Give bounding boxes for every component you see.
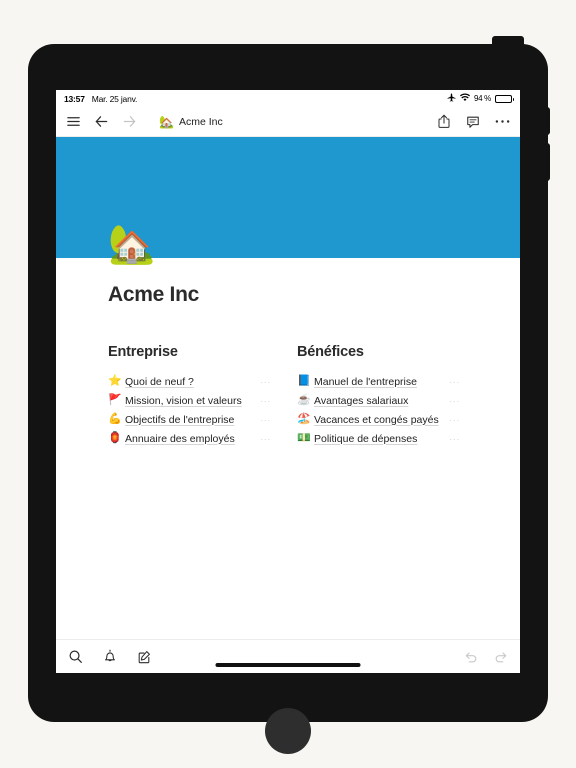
hot-beverage-icon: ☕ [297, 394, 311, 406]
row-more-options-icon[interactable]: ··· [260, 415, 271, 425]
status-bar-date: Mar. 25 janv. [91, 93, 138, 104]
list-item-label[interactable]: Politique de dépenses [314, 433, 417, 445]
status-bar: 13:57 Mar. 25 janv. 94 % [56, 90, 520, 107]
breadcrumb-page-label: Acme Inc [178, 115, 223, 128]
wifi-icon [459, 93, 470, 104]
list-item-label[interactable]: Vacances et congés payés [314, 414, 439, 426]
volume-down-button[interactable] [544, 143, 550, 181]
column-heading: Entreprise [108, 344, 178, 360]
row-more-options-icon[interactable]: ··· [449, 415, 460, 425]
list-item[interactable]: 💪 Objectifs de l'entreprise ··· [108, 410, 297, 429]
comment-icon[interactable] [466, 115, 480, 129]
row-more-options-icon[interactable]: ··· [449, 377, 460, 387]
list-item-label[interactable]: Objectifs de l'entreprise [125, 414, 234, 426]
blue-book-icon: 📘 [297, 375, 311, 387]
column-entreprise: Entreprise ⭐ Quoi de neuf ? ··· 🚩 Missio… [108, 344, 297, 448]
battery-icon [495, 94, 514, 103]
list-item-label[interactable]: Quoi de neuf ? [125, 376, 194, 388]
flexed-biceps-icon: 💪 [108, 413, 122, 425]
list-item[interactable]: ☕ Avantages salariaux ··· [297, 391, 486, 410]
breadcrumb[interactable]: 🏡 Acme Inc [159, 116, 223, 128]
column-heading: Bénéfices [297, 344, 364, 360]
dollar-banknote-icon: 💵 [297, 432, 311, 444]
power-button[interactable] [492, 36, 524, 46]
beach-umbrella-icon: 🏖️ [297, 413, 311, 425]
list-item-label[interactable]: Manuel de l'entreprise [314, 376, 417, 388]
tablet-screen: 13:57 Mar. 25 janv. 94 % 🏡 Acme Inc 🏡 Ac… [56, 90, 520, 673]
home-indicator [215, 663, 361, 667]
row-more-options-icon[interactable]: ··· [449, 396, 460, 406]
more-options-icon[interactable] [495, 119, 510, 124]
undo-icon[interactable] [464, 650, 478, 664]
bottom-toolbar [56, 639, 520, 673]
breadcrumb-page-emoji: 🏡 [159, 114, 174, 129]
list-item-label[interactable]: Avantages salariaux [314, 395, 408, 407]
list-item-label[interactable]: Annuaire des employés [125, 433, 235, 445]
row-more-options-icon[interactable]: ··· [260, 396, 271, 406]
list-item-label[interactable]: Mission, vision et valeurs [125, 395, 242, 407]
page-columns: Entreprise ⭐ Quoi de neuf ? ··· 🚩 Missio… [108, 344, 486, 448]
list-item[interactable]: 🏮 Annuaire des employés ··· [108, 429, 297, 448]
row-more-options-icon[interactable]: ··· [260, 434, 271, 444]
arrow-back-icon[interactable] [94, 114, 109, 129]
page-icon-emoji[interactable]: 🏡 [108, 226, 155, 264]
hamburger-menu-icon[interactable] [66, 114, 81, 129]
share-icon[interactable] [437, 114, 451, 129]
list-item[interactable]: ⭐ Quoi de neuf ? ··· [108, 372, 297, 391]
home-button[interactable] [265, 708, 311, 754]
search-icon[interactable] [68, 649, 83, 664]
list-item[interactable]: 🏖️ Vacances et congés payés ··· [297, 410, 486, 429]
redo-icon[interactable] [494, 650, 508, 664]
page-content-scroll-area[interactable]: 🏡 Acme Inc Entreprise ⭐ Quoi de neuf ? ·… [56, 137, 520, 639]
list-item[interactable]: 📘 Manuel de l'entreprise ··· [297, 372, 486, 391]
airplane-icon [447, 93, 456, 104]
bell-icon[interactable] [103, 649, 117, 664]
arrow-forward-icon[interactable] [122, 114, 137, 129]
row-more-options-icon[interactable]: ··· [449, 434, 460, 444]
lantern-icon: 🏮 [108, 432, 122, 444]
page-title[interactable]: Acme Inc [108, 283, 199, 307]
battery-percent-label: 94 % [473, 94, 491, 103]
row-more-options-icon[interactable]: ··· [260, 377, 271, 387]
status-bar-time: 13:57 [64, 93, 85, 104]
column-benefices: Bénéfices 📘 Manuel de l'entreprise ··· ☕… [297, 344, 486, 448]
star-icon: ⭐ [108, 375, 122, 387]
list-item[interactable]: 💵 Politique de dépenses ··· [297, 429, 486, 448]
top-toolbar: 🏡 Acme Inc [56, 107, 520, 137]
flag-icon: 🚩 [108, 394, 122, 406]
compose-icon[interactable] [137, 650, 151, 664]
volume-up-button[interactable] [544, 107, 550, 135]
list-item[interactable]: 🚩 Mission, vision et valeurs ··· [108, 391, 297, 410]
